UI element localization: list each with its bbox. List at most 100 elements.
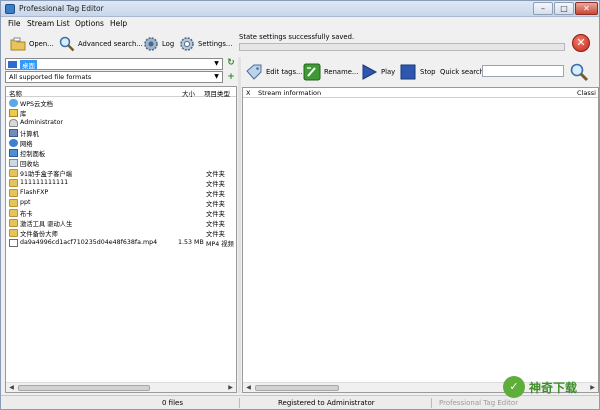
list-item[interactable]: 计算机 bbox=[6, 128, 236, 138]
scroll-left-icon[interactable]: ◀ bbox=[7, 384, 16, 392]
quick-search-input[interactable] bbox=[482, 65, 564, 77]
folder-icon bbox=[9, 199, 18, 207]
current-path: 桌面 bbox=[20, 60, 37, 70]
item-name: 91助手盒子客户端 bbox=[20, 171, 73, 178]
item-name: ppt bbox=[20, 199, 31, 206]
menu-help[interactable]: Help bbox=[110, 19, 127, 28]
column-x[interactable]: X bbox=[246, 89, 250, 97]
item-name: 111111111111 bbox=[20, 179, 69, 186]
column-stream-information[interactable]: Stream information bbox=[258, 89, 321, 97]
folder-icon bbox=[9, 229, 18, 237]
product-name: Professional Tag Editor bbox=[439, 399, 519, 407]
item-name: FlashFXP bbox=[20, 189, 49, 196]
list-item[interactable]: 网络 bbox=[6, 138, 236, 148]
item-name: 布卡 bbox=[20, 211, 33, 218]
open-button[interactable]: Open... bbox=[10, 34, 54, 54]
list-item[interactable]: FlashFXP 文件夹 bbox=[6, 188, 236, 198]
scroll-right-icon[interactable]: ▶ bbox=[226, 384, 235, 392]
status-message: State settings successfully saved. bbox=[239, 33, 355, 41]
stream-toolbar: Edit tags... Rename... Play Stop Quick s… bbox=[242, 58, 599, 86]
rename-label: Rename... bbox=[324, 68, 359, 76]
item-type: 文件夹 bbox=[206, 211, 225, 218]
folder-icon bbox=[9, 219, 18, 227]
stream-list[interactable]: X Stream information Classi ◀ ▶ bbox=[242, 87, 599, 393]
column-size[interactable]: 大小 bbox=[182, 88, 195, 98]
app-window: Professional Tag Editor – □ ✕ File Strea… bbox=[0, 0, 600, 410]
list-item[interactable]: 库 bbox=[6, 108, 236, 118]
list-item[interactable]: 111111111111 文件夹 bbox=[6, 178, 236, 188]
app-icon bbox=[5, 4, 15, 14]
registration-info: Registered to Administrator bbox=[278, 399, 375, 407]
file-browser-pane: 桌面 ▼ ↻ All supported file formats ▼ + 名称… bbox=[5, 57, 237, 393]
stop-button[interactable]: Stop bbox=[399, 62, 435, 82]
library-icon bbox=[9, 109, 18, 117]
list-item[interactable]: 激活工具 驱动人生 文件夹 bbox=[6, 218, 236, 228]
list-item[interactable]: 文件备份大师 文件夹 bbox=[6, 228, 236, 238]
item-name: 控制面板 bbox=[20, 151, 46, 158]
list-item[interactable]: 回收站 bbox=[6, 158, 236, 168]
pane-splitter[interactable] bbox=[238, 57, 241, 393]
format-filter-dropdown[interactable]: All supported file formats ▼ bbox=[5, 71, 223, 83]
chevron-down-icon[interactable]: ▼ bbox=[212, 73, 221, 81]
scrollbar-thumb[interactable] bbox=[18, 385, 150, 391]
scroll-left-icon[interactable]: ◀ bbox=[244, 384, 253, 392]
list-item[interactable]: WPS云文档 bbox=[6, 98, 236, 108]
status-divider bbox=[239, 398, 240, 408]
gear-icon bbox=[179, 36, 195, 52]
log-button[interactable]: Log bbox=[143, 34, 174, 54]
item-name: 回收站 bbox=[20, 161, 39, 168]
title-bar[interactable]: Professional Tag Editor – □ ✕ bbox=[1, 1, 599, 17]
close-button[interactable]: ✕ bbox=[575, 2, 598, 15]
folder-icon bbox=[9, 209, 18, 217]
item-name: 计算机 bbox=[20, 131, 39, 138]
menu-options[interactable]: Options bbox=[75, 19, 104, 28]
menu-bar: File Stream List Options Help bbox=[1, 18, 599, 30]
stream-scrollbar-thumb[interactable] bbox=[255, 385, 339, 391]
path-dropdown[interactable]: 桌面 ▼ bbox=[5, 58, 223, 70]
column-type[interactable]: 项目类型 bbox=[204, 88, 230, 98]
cloud-icon bbox=[9, 99, 18, 107]
column-name[interactable]: 名称 bbox=[9, 88, 22, 98]
file-count: 0 files bbox=[162, 399, 183, 407]
item-name: WPS云文档 bbox=[20, 101, 53, 108]
settings-label: Settings... bbox=[198, 40, 233, 48]
list-item[interactable]: 91助手盒子客户端 文件夹 bbox=[6, 168, 236, 178]
file-list[interactable]: 名称 大小 项目类型 WPS云文档库 Administrator 计算机 网络控制面板… bbox=[5, 86, 237, 393]
list-item[interactable]: ppt 文件夹 bbox=[6, 198, 236, 208]
open-folder-icon bbox=[10, 36, 26, 52]
network-icon bbox=[9, 139, 18, 147]
column-classic[interactable]: Classi bbox=[577, 89, 596, 97]
chevron-down-icon[interactable]: ▼ bbox=[212, 60, 221, 68]
item-type: MP4 视频 bbox=[206, 241, 234, 248]
add-icon[interactable]: + bbox=[226, 72, 236, 82]
item-type: 文件夹 bbox=[206, 171, 225, 178]
settings-button[interactable]: Settings... bbox=[179, 34, 232, 54]
edit-tags-button[interactable]: Edit tags... bbox=[245, 62, 303, 82]
menu-stream-list[interactable]: Stream List bbox=[27, 19, 70, 28]
item-name: 库 bbox=[20, 111, 27, 118]
advanced-search-button[interactable]: Advanced search... bbox=[59, 34, 143, 54]
list-item[interactable]: da9a4996cd1acf710235d04e48f638fa.mp4 1.53… bbox=[6, 238, 236, 248]
item-type: 文件夹 bbox=[206, 221, 225, 228]
desktop-icon bbox=[8, 61, 17, 68]
search-icon[interactable] bbox=[569, 62, 589, 82]
rename-button[interactable]: Rename... bbox=[303, 62, 358, 82]
play-button[interactable]: Play bbox=[360, 62, 395, 82]
control-panel-icon bbox=[9, 149, 18, 157]
stop-label: Stop bbox=[420, 68, 436, 76]
cancel-operation-button[interactable]: ✕ bbox=[572, 34, 590, 52]
stop-icon bbox=[399, 63, 417, 81]
folder-icon bbox=[9, 179, 18, 187]
log-label: Log bbox=[162, 40, 175, 48]
list-item[interactable]: 布卡 文件夹 bbox=[6, 208, 236, 218]
file-list-header: 名称 大小 项目类型 bbox=[6, 87, 236, 98]
list-item[interactable]: Administrator bbox=[6, 118, 236, 128]
video-file-icon bbox=[9, 239, 18, 247]
refresh-icon[interactable]: ↻ bbox=[226, 58, 236, 68]
list-item[interactable]: 控制面板 bbox=[6, 148, 236, 158]
horizontal-scrollbar[interactable]: ◀ ▶ bbox=[6, 382, 236, 392]
maximize-button[interactable]: □ bbox=[554, 2, 574, 15]
advanced-search-label: Advanced search... bbox=[78, 40, 143, 48]
menu-file[interactable]: File bbox=[8, 19, 21, 28]
minimize-button[interactable]: – bbox=[533, 2, 553, 15]
